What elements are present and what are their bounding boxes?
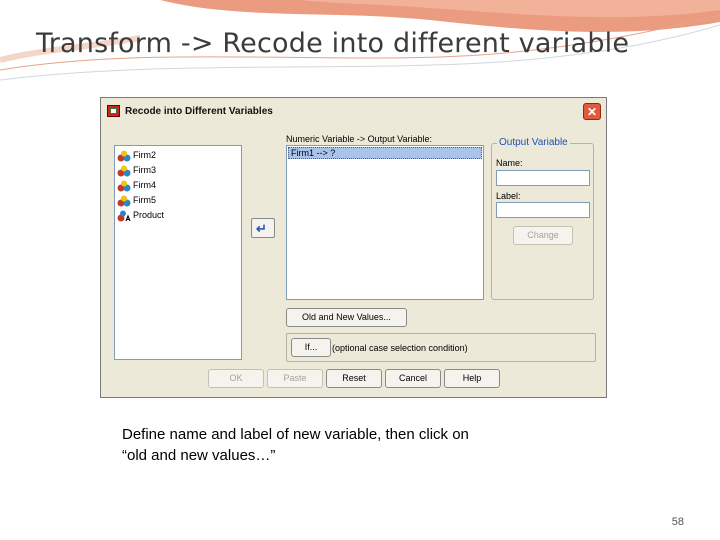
scale-variable-icon	[117, 150, 131, 162]
name-label: Name:	[496, 158, 523, 168]
label-label: Label:	[496, 191, 521, 201]
if-button[interactable]: If...	[291, 338, 331, 357]
output-variable-group: Output Variable Name: Label: Change	[491, 137, 594, 300]
ok-button[interactable]: OK	[208, 369, 264, 388]
recode-dialog: Recode into Different Variables ✕ Firm2 …	[100, 97, 607, 398]
old-and-new-values-button[interactable]: Old and New Values...	[286, 308, 407, 327]
scale-variable-icon	[117, 180, 131, 192]
reset-button[interactable]: Reset	[326, 369, 382, 388]
slide-title: Transform -> Recode into different varia…	[36, 28, 630, 59]
help-button[interactable]: Help	[444, 369, 500, 388]
move-variable-button[interactable]: ↵	[251, 218, 275, 238]
slide-caption: Define name and label of new variable, t…	[122, 424, 562, 466]
source-variable-list[interactable]: Firm2 Firm3 Firm4 Firm5 Product	[114, 145, 242, 360]
name-field[interactable]	[496, 170, 590, 186]
scale-variable-icon	[117, 165, 131, 177]
page-number: 58	[671, 516, 684, 528]
caption-line-1: Define name and label of new variable, t…	[122, 426, 469, 443]
mapping-item-firm1[interactable]: Firm1 --> ?	[288, 147, 482, 159]
mapping-list[interactable]: Firm1 --> ?	[286, 145, 484, 300]
if-condition-box: If... (optional case selection condition…	[286, 333, 596, 362]
label-field[interactable]	[496, 202, 590, 218]
mapping-list-label: Numeric Variable -> Output Variable:	[286, 134, 432, 144]
arrow-left-icon: ↵	[256, 221, 267, 236]
cancel-button[interactable]: Cancel	[385, 369, 441, 388]
if-condition-text: (optional case selection condition)	[332, 343, 468, 353]
dialog-title: Recode into Different Variables	[125, 106, 273, 117]
caption-line-2: “old and new values…”	[122, 447, 276, 464]
close-button[interactable]: ✕	[583, 103, 601, 120]
change-button[interactable]: Change	[513, 226, 573, 245]
scale-variable-icon	[117, 195, 131, 207]
spss-app-icon	[107, 105, 120, 117]
dialog-titlebar: Recode into Different Variables ✕	[101, 98, 606, 126]
output-variable-title: Output Variable	[497, 137, 570, 148]
paste-button[interactable]: Paste	[267, 369, 323, 388]
string-variable-icon	[117, 210, 131, 222]
